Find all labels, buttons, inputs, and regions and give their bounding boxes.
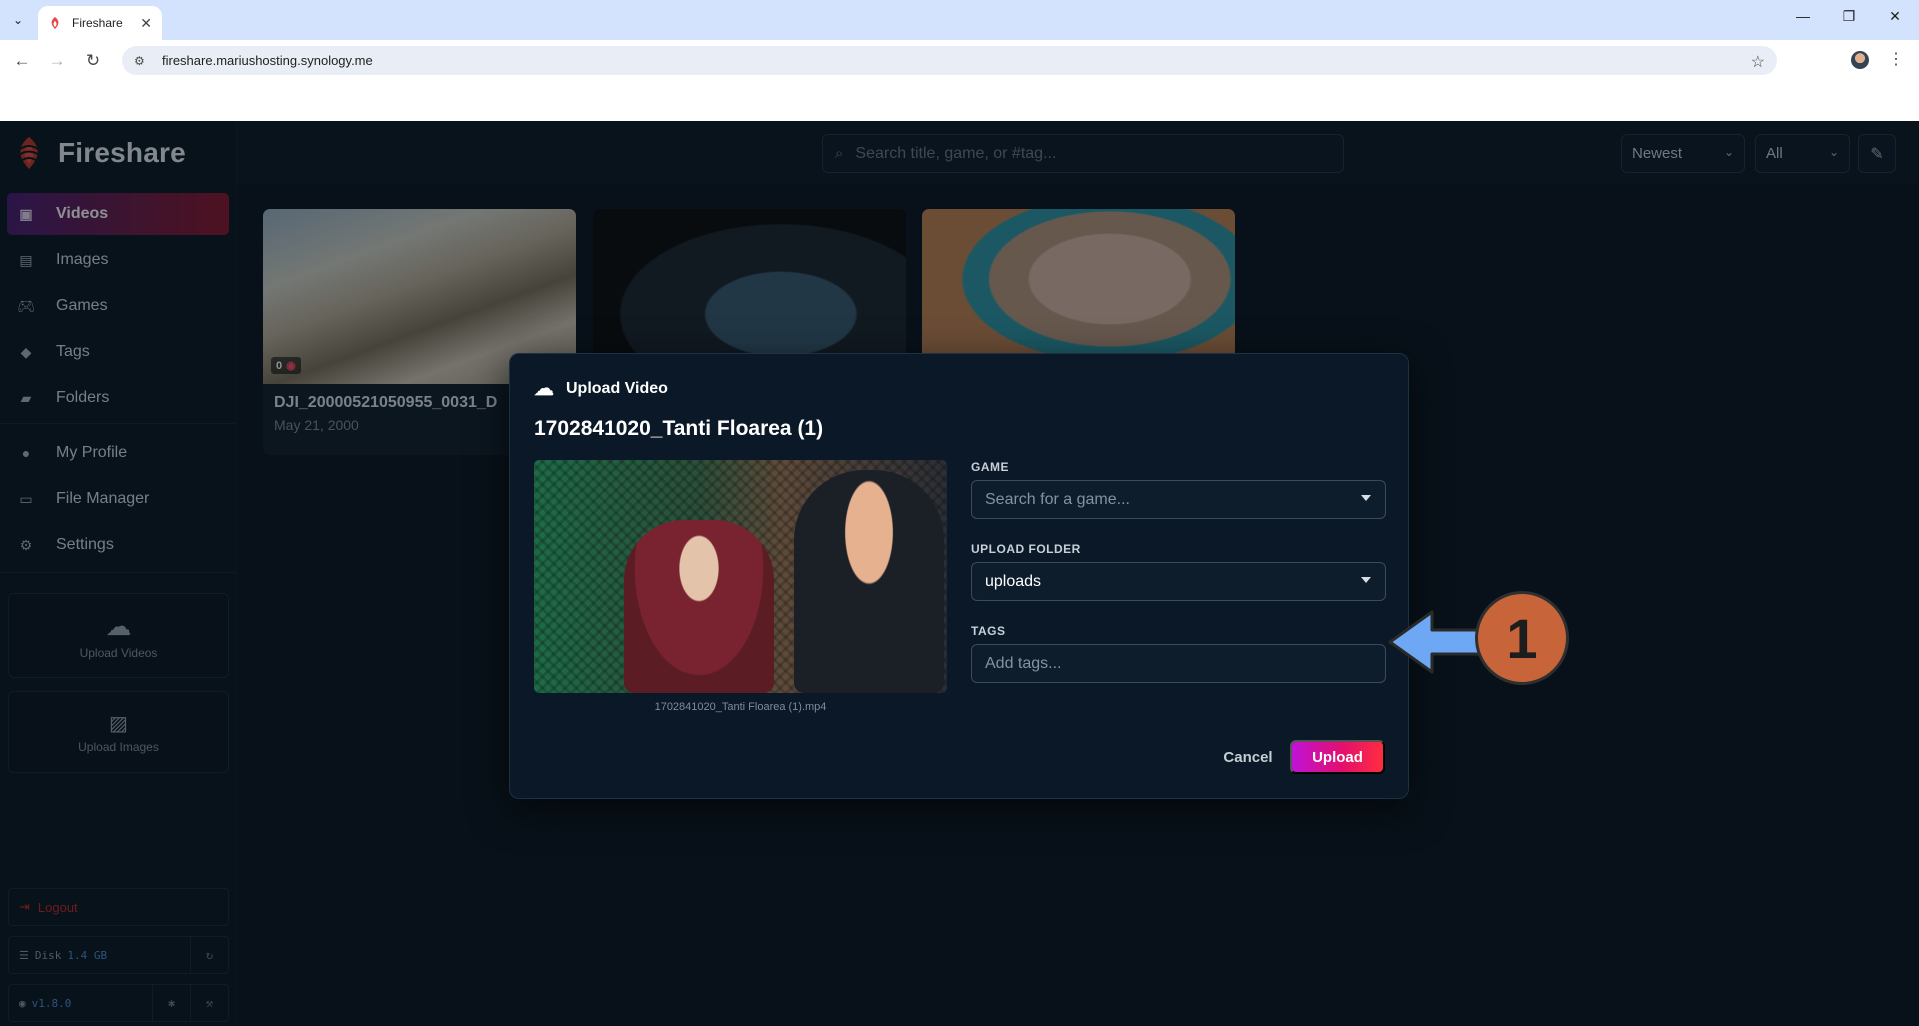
- tags-placeholder: Add tags...: [985, 654, 1062, 672]
- minimize-icon[interactable]: —: [1783, 8, 1823, 24]
- upload-folder-value: uploads: [985, 572, 1042, 590]
- cancel-button[interactable]: Cancel: [1218, 740, 1278, 774]
- cloud-upload-icon: ☁: [534, 378, 554, 400]
- close-icon[interactable]: ✕: [1875, 8, 1915, 25]
- dialog-header-label: Upload Video: [566, 379, 668, 397]
- file-name: 1702841020_Tanti Floarea (1).mp4: [654, 701, 827, 713]
- video-name-title: 1702841020_Tanti Floarea (1): [534, 417, 824, 440]
- dropdown-caret-icon: [1361, 495, 1371, 501]
- upload-video-dialog: ☁ Upload Video 1702841020_Tanti Floarea …: [509, 353, 1409, 799]
- upload-folder-select[interactable]: uploads: [971, 562, 1386, 601]
- step-number-badge: 1: [1475, 591, 1569, 685]
- tab-search-chevron-icon[interactable]: ⌄: [7, 9, 29, 31]
- tags-label: TAGS: [971, 624, 1006, 638]
- address-bar[interactable]: ⚙ fireshare.mariushosting.synology.me ☆: [122, 46, 1777, 75]
- browser-tab[interactable]: Fireshare ✕: [38, 6, 162, 40]
- browser-tab-bar: ⌄ Fireshare ✕ — ❐ ✕: [0, 0, 1919, 40]
- browser-toolbar: ← → ↻ ⚙ fireshare.mariushosting.synology…: [0, 40, 1919, 80]
- site-settings-icon[interactable]: ⚙: [134, 54, 150, 68]
- game-search-input[interactable]: Search for a game...: [971, 480, 1386, 519]
- dialog-header: ☁ Upload Video: [534, 376, 668, 401]
- profile-avatar[interactable]: [1851, 51, 1869, 69]
- restore-icon[interactable]: ❐: [1829, 8, 1869, 25]
- game-label: GAME: [971, 460, 1009, 474]
- game-placeholder: Search for a game...: [985, 490, 1130, 508]
- browser-menu-icon[interactable]: ⋮: [1888, 49, 1904, 69]
- forward-arrow-icon[interactable]: →: [45, 49, 69, 73]
- preview-person-left: [624, 520, 774, 693]
- preview-person-right: [794, 470, 944, 693]
- fireshare-favicon-icon: [51, 17, 59, 29]
- tab-close-icon[interactable]: ✕: [140, 15, 152, 32]
- dropdown-caret-icon: [1361, 577, 1371, 583]
- upload-folder-label: UPLOAD FOLDER: [971, 542, 1081, 556]
- video-preview[interactable]: [534, 460, 947, 693]
- tags-input[interactable]: Add tags...: [971, 644, 1386, 683]
- back-arrow-icon[interactable]: ←: [10, 49, 34, 73]
- reload-icon[interactable]: ↻: [81, 49, 105, 73]
- tab-title: Fireshare: [72, 16, 123, 30]
- bookmark-star-icon[interactable]: ☆: [1751, 52, 1765, 72]
- upload-button[interactable]: Upload: [1290, 740, 1385, 774]
- fireshare-app: Fireshare ▣ Videos ▤ Images 🎮︎ Games ◆ T…: [0, 121, 1919, 1026]
- page-top-strip: [0, 80, 1919, 121]
- url-text: fireshare.mariushosting.synology.me: [162, 53, 373, 68]
